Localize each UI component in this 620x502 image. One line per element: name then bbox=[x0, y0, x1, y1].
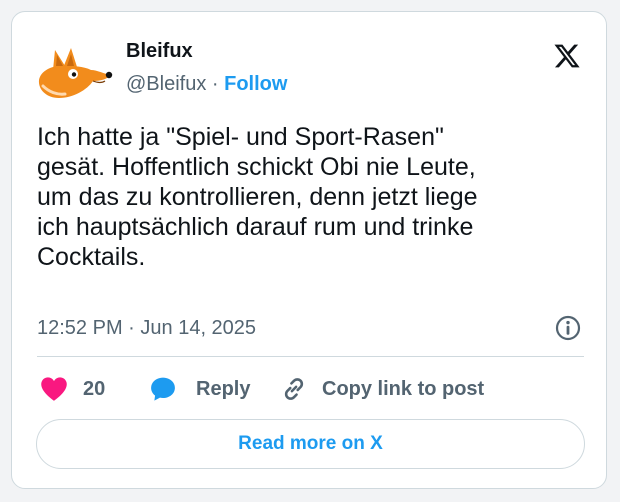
link-icon bbox=[284, 378, 304, 400]
copy-link-label: Copy link to post bbox=[322, 378, 485, 400]
like-button[interactable]: 20 bbox=[39, 374, 105, 404]
avatar[interactable] bbox=[35, 40, 113, 100]
embedded-post-card: Bleifux @Bleifux · Follow Ich hatte ja "… bbox=[11, 11, 607, 489]
post-meta: 12:52 PM · Jun 14, 2025 bbox=[37, 315, 256, 341]
author-handle[interactable]: @Bleifux bbox=[126, 73, 206, 95]
reply-button[interactable]: Reply bbox=[148, 374, 250, 404]
follow-link[interactable]: Follow bbox=[224, 73, 287, 95]
post-time[interactable]: 12:52 PM bbox=[37, 317, 123, 339]
author-handle-row: @Bleifux · Follow bbox=[126, 71, 287, 97]
divider bbox=[37, 356, 584, 357]
reply-label: Reply bbox=[196, 378, 251, 400]
post-date[interactable]: Jun 14, 2025 bbox=[140, 317, 256, 339]
speech-bubble-icon bbox=[151, 377, 175, 401]
x-logo-icon[interactable] bbox=[553, 42, 581, 70]
info-icon[interactable] bbox=[554, 314, 582, 342]
handle-separator: · bbox=[206, 73, 225, 95]
read-more-button[interactable]: Read more on X bbox=[36, 419, 585, 469]
copy-link-button[interactable]: Copy link to post bbox=[280, 374, 484, 404]
author-display-name[interactable]: Bleifux bbox=[126, 38, 193, 64]
post-text: Ich hatte ja "Spiel- und Sport-Rasen" ge… bbox=[37, 123, 478, 271]
like-count: 20 bbox=[83, 378, 106, 400]
heart-icon bbox=[41, 377, 67, 401]
meta-separator: · bbox=[122, 317, 141, 339]
